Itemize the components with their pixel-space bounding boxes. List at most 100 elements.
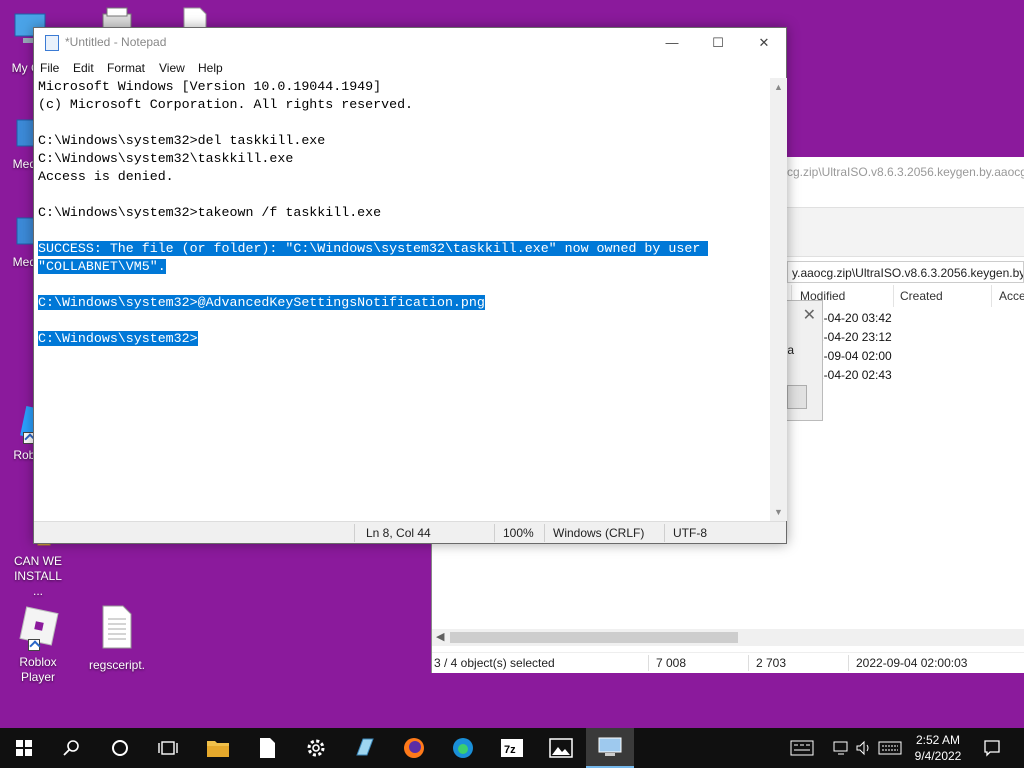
firefox-icon xyxy=(404,738,424,758)
desktop-icon-regsceript[interactable]: regsceript. xyxy=(80,603,154,673)
desktop-icon-label: regsceript. xyxy=(88,658,146,672)
task-view-button[interactable] xyxy=(144,728,192,768)
photos-icon xyxy=(549,738,573,758)
start-button[interactable] xyxy=(0,728,48,768)
text-editor-area[interactable]: Microsoft Windows [Version 10.0.19044.19… xyxy=(34,78,770,521)
notepad-button[interactable] xyxy=(243,728,291,768)
7zip-icon: 7z xyxy=(501,739,523,757)
minimize-button[interactable]: — xyxy=(649,28,695,58)
editor-line: C:\Windows\system32>takeown /f taskkill.… xyxy=(38,204,770,222)
notepad-title-bar[interactable]: *Untitled - Notepad — ☐ ✕ xyxy=(34,28,786,58)
file-explorer-button[interactable] xyxy=(194,728,242,768)
photos-button[interactable] xyxy=(537,728,585,768)
editor-text: Access is denied. xyxy=(38,169,174,184)
notepad-icon xyxy=(45,35,59,51)
close-icon[interactable]: ✕ xyxy=(803,305,816,325)
editor-line: Microsoft Windows [Version 10.0.19044.19… xyxy=(38,78,770,96)
editor-text: C:\Windows\system32>del taskkill.exe xyxy=(38,133,326,148)
desktop-icon-label: CAN WE INSTALL ... xyxy=(14,554,62,598)
editor-line: C:\Windows\system32>@AdvancedKeySettings… xyxy=(38,294,770,312)
document-icon xyxy=(260,738,275,758)
7zip-button[interactable]: 7z xyxy=(488,728,536,768)
windows-logo-icon xyxy=(16,740,32,756)
task-view-icon xyxy=(158,741,178,755)
editor-text: Microsoft Windows [Version 10.0.19044.19… xyxy=(38,79,382,94)
scroll-up-icon[interactable]: ▲ xyxy=(774,82,783,92)
editor-text: (c) Microsoft Corporation. All rights re… xyxy=(38,97,414,112)
editor-line: C:\Windows\system32> xyxy=(38,330,770,348)
notification-icon xyxy=(984,740,1000,757)
status-size: 7 008 xyxy=(656,656,687,670)
computer-icon xyxy=(598,737,622,756)
folder-icon xyxy=(207,741,229,757)
dialog-button[interactable] xyxy=(787,385,807,409)
menu-help[interactable]: Help xyxy=(198,61,223,75)
scrollbar-thumb[interactable] xyxy=(450,632,738,643)
network-icon xyxy=(833,741,848,755)
search-button[interactable] xyxy=(48,728,96,768)
editor-line: C:\Windows\system32\taskkill.exe xyxy=(38,150,770,168)
menu-format[interactable]: Format xyxy=(107,61,145,75)
archive-status-bar: 3 / 4 object(s) selected 7 008 2 703 202… xyxy=(432,652,1024,673)
scroll-left-icon[interactable]: ◀ xyxy=(436,630,444,643)
desktop-icon-label: Roblox Player xyxy=(19,655,57,684)
selected-text: "COLLABNET\VM5". xyxy=(38,259,166,274)
editor-line: SUCCESS: The file (or folder): "C:\Windo… xyxy=(38,240,770,258)
edge-icon xyxy=(453,738,473,758)
text-file-icon xyxy=(102,605,132,649)
status-selection: 3 / 4 object(s) selected xyxy=(434,656,555,670)
shortcut-arrow-icon xyxy=(28,639,40,651)
menu-file[interactable]: File xyxy=(40,61,59,75)
column-header-accessed[interactable]: Acce xyxy=(999,289,1024,303)
volume-area[interactable] xyxy=(855,728,873,768)
desktop-icon-roblox-player[interactable]: Roblox Player xyxy=(1,603,75,685)
editor-text: C:\Windows\system32\taskkill.exe xyxy=(38,151,294,166)
status-modified: 2022-09-04 02:00:03 xyxy=(856,656,968,670)
selected-text: C:\Windows\system32> xyxy=(38,331,198,346)
column-header-created[interactable]: Created xyxy=(900,289,943,303)
scroll-down-icon[interactable]: ▼ xyxy=(774,507,783,517)
close-button[interactable]: ✕ xyxy=(741,28,787,58)
maximize-button[interactable]: ☐ xyxy=(695,28,741,58)
system-clock[interactable]: 2:52 AM 9/4/2022 xyxy=(906,732,970,764)
archive-window-title: cg.zip\UltraISO.v8.6.3.2056.keygen.by.aa… xyxy=(787,165,1024,179)
notification-center-button[interactable] xyxy=(983,728,1001,768)
firefox-button[interactable] xyxy=(390,728,438,768)
edge-button[interactable] xyxy=(439,728,487,768)
menu-edit[interactable]: Edit xyxy=(73,61,94,75)
keyboard-icon xyxy=(878,741,902,755)
editor-line: C:\Windows\system32>del taskkill.exe xyxy=(38,132,770,150)
status-encoding: UTF-8 xyxy=(673,526,707,540)
status-packed-size: 2 703 xyxy=(756,656,787,670)
editor-line: Access is denied. xyxy=(38,168,770,186)
clock-date: 9/4/2022 xyxy=(914,749,962,763)
vertical-scrollbar[interactable]: ▲ ▼ xyxy=(770,78,787,521)
circle-icon xyxy=(112,740,128,756)
gear-icon xyxy=(307,739,325,757)
archive-address-bar[interactable]: y.aaocg.zip\UltraISO.v8.6.3.2056.keygen.… xyxy=(787,261,1024,283)
app-button[interactable] xyxy=(341,728,389,768)
status-line-ending: Windows (CRLF) xyxy=(553,526,645,540)
notepad-window[interactable]: *Untitled - Notepad — ☐ ✕ File Edit Form… xyxy=(33,27,787,544)
keyboard-layout-icon[interactable] xyxy=(790,740,814,756)
active-app-button[interactable] xyxy=(586,728,634,768)
search-icon xyxy=(63,740,79,756)
network-area[interactable] xyxy=(832,728,850,768)
window-title: *Untitled - Notepad xyxy=(65,35,167,49)
editor-line: (c) Microsoft Corporation. All rights re… xyxy=(38,96,770,114)
horizontal-scrollbar[interactable]: ◀ xyxy=(432,629,1024,646)
taskbar: 7z 2:52 AM 9/4/2022 xyxy=(0,728,1024,768)
selected-text: C:\Windows\system32>@AdvancedKeySettings… xyxy=(38,295,485,310)
cortana-button[interactable] xyxy=(96,728,144,768)
keyboard-area[interactable] xyxy=(878,728,902,768)
status-zoom: 100% xyxy=(503,526,534,540)
editor-line: "COLLABNET\VM5". xyxy=(38,258,770,276)
app-icon xyxy=(356,738,374,756)
system-tray xyxy=(790,728,814,768)
menu-view[interactable]: View xyxy=(159,61,185,75)
notepad-status-bar: Ln 8, Col 44 100% Windows (CRLF) UTF-8 xyxy=(34,521,786,543)
settings-button[interactable] xyxy=(292,728,340,768)
